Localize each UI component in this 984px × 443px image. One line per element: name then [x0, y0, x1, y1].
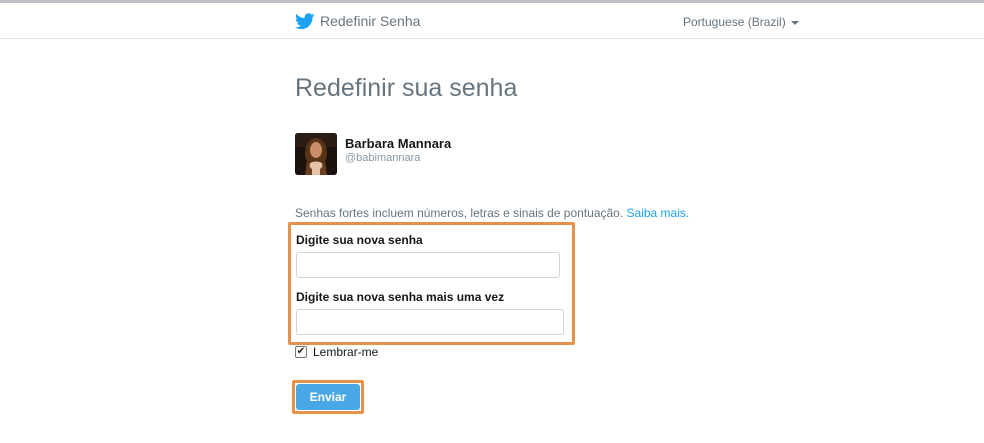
password-hint-text: Senhas fortes incluem números, letras e …	[295, 206, 624, 220]
confirm-password-label: Digite sua nova senha mais uma vez	[296, 290, 505, 304]
remember-me-label: Lembrar-me	[313, 345, 379, 359]
submit-button[interactable]: Enviar	[296, 384, 360, 410]
page-title: Redefinir sua senha	[295, 74, 518, 102]
chevron-down-icon	[790, 20, 799, 25]
confirm-password-input[interactable]	[296, 309, 564, 335]
avatar	[295, 133, 337, 175]
remember-me-checkbox[interactable]: ✔ Lembrar-me	[295, 345, 378, 359]
password-hint: Senhas fortes incluem números, letras e …	[295, 206, 689, 220]
user-name: Barbara Mannara	[345, 136, 452, 151]
top-bar: Redefinir Senha Portuguese (Brazil)	[0, 3, 984, 39]
language-label: Portuguese (Brazil)	[683, 15, 786, 29]
language-selector[interactable]: Portuguese (Brazil)	[683, 15, 799, 29]
avatar-photo	[295, 133, 337, 175]
new-password-label: Digite sua nova senha	[296, 233, 423, 247]
twitter-bird-icon[interactable]	[295, 13, 315, 30]
checkbox-checked-icon[interactable]: ✔	[295, 346, 307, 358]
new-password-input[interactable]	[296, 252, 560, 278]
user-handle: @babimannara	[345, 152, 421, 164]
header-title: Redefinir Senha	[320, 13, 421, 29]
learn-more-link[interactable]: Saiba mais.	[627, 206, 690, 220]
